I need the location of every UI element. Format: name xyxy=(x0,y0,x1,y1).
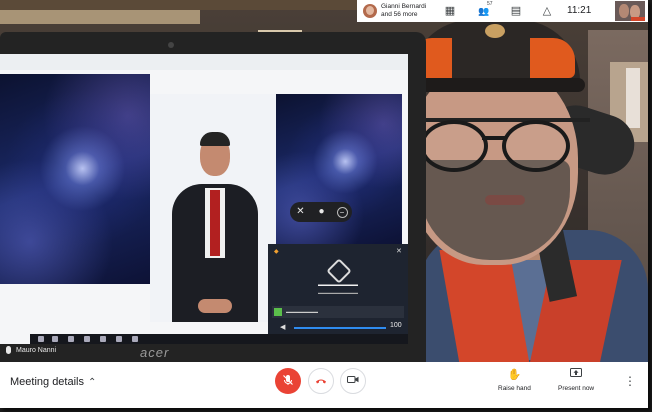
top-info-bar: Gianni Bernardi and 56 more ▦ 👥 57 ▤ △ 1… xyxy=(357,0,648,22)
camera-icon xyxy=(347,375,359,387)
self-view-thumbnail[interactable] xyxy=(615,1,645,21)
thumbnail-face xyxy=(619,4,629,18)
inner-taskbar xyxy=(30,334,408,344)
meeting-details-label: Meeting details xyxy=(10,376,84,388)
present-now-button[interactable]: Present now xyxy=(558,368,594,392)
microphone-toggle-button[interactable] xyxy=(275,368,301,394)
avatar-face xyxy=(366,6,374,15)
chat-icon[interactable]: ▤ xyxy=(509,4,523,18)
raise-hand-label: Raise hand xyxy=(498,385,531,392)
mic-off-icon: ✕ xyxy=(296,206,305,217)
raise-hand-button[interactable]: ✋ Raise hand xyxy=(498,368,531,392)
cap-brim xyxy=(400,78,585,92)
volume-value: 100 xyxy=(390,322,402,329)
main-video-stage[interactable]: ✕ ● − ◆ ✕ ▬▬▬▬▬▬▬▬ ▬▬▬▬▬▬▬▬▬▬ ▬▬▬▬▬▬▬▬ ◀… xyxy=(0,0,648,362)
thumbnail-vest xyxy=(631,17,645,21)
laptop: ✕ ● − ◆ ✕ ▬▬▬▬▬▬▬▬ ▬▬▬▬▬▬▬▬▬▬ ▬▬▬▬▬▬▬▬ ◀… xyxy=(0,32,426,362)
cap-panel xyxy=(530,38,575,78)
avatar[interactable] xyxy=(363,4,377,18)
laptop-brand-logo: acer xyxy=(140,345,170,360)
chevron-up-icon: ⌃ xyxy=(88,376,97,388)
volume-row: ◀ 100 xyxy=(272,322,404,334)
inner-video-tile-speaker xyxy=(150,94,276,322)
glasses-lens xyxy=(502,120,570,172)
inner-browser-bar xyxy=(0,54,408,70)
participant-name: Mauro Nanni xyxy=(16,346,57,354)
participant-more-count: and 56 more xyxy=(381,11,418,18)
mic-off-icon xyxy=(282,374,294,389)
notification-heading-bar: ▬▬▬▬▬▬▬▬ xyxy=(318,282,358,288)
person-glasses xyxy=(420,120,570,172)
clock-time: 11:21 xyxy=(567,5,592,16)
activities-icon[interactable]: △ xyxy=(540,4,554,18)
inner-video-tile-galaxy xyxy=(0,74,150,284)
people-count-badge: 57 xyxy=(487,1,493,7)
present-screen-icon xyxy=(570,368,583,382)
hand-icon: ✋ xyxy=(507,369,522,381)
laptop-screen: ✕ ● − ◆ ✕ ▬▬▬▬▬▬▬▬ ▬▬▬▬▬▬▬▬▬▬ ▬▬▬▬▬▬▬▬ ◀… xyxy=(0,54,408,344)
phone-hangup-icon xyxy=(315,375,327,387)
speaker-hands xyxy=(198,299,232,313)
volume-slider xyxy=(294,327,386,329)
glasses-lens xyxy=(420,120,488,172)
camera-toggle-button[interactable] xyxy=(340,368,366,394)
taskbar-app-icon xyxy=(84,336,90,342)
mic-icon xyxy=(6,346,11,354)
audio-device-icon xyxy=(274,308,282,316)
speaker-icon: ◀ xyxy=(280,324,286,331)
participants-summary[interactable]: Gianni Bernardi and 56 more xyxy=(381,3,426,19)
speaker-hair xyxy=(200,132,230,146)
tag-icon xyxy=(326,258,352,284)
mic-icon: ● xyxy=(318,206,325,217)
laptop-webcam xyxy=(168,42,174,48)
taskbar-app-icon xyxy=(116,336,122,342)
notification-app-icon: ◆ xyxy=(274,249,279,255)
background-shelf-board xyxy=(0,10,200,24)
participant-video-person xyxy=(350,20,648,362)
present-now-label: Present now xyxy=(558,385,595,392)
participant-name-tag: Mauro Nanni xyxy=(6,346,56,354)
inner-audio-notification: ◆ ✕ ▬▬▬▬▬▬▬▬ ▬▬▬▬▬▬▬▬▬▬ ▬▬▬▬▬▬▬▬ ◀ 100 xyxy=(268,244,408,344)
taskbar-app-icon xyxy=(132,336,138,342)
cap-badge xyxy=(485,24,505,38)
taskbar-app-icon xyxy=(38,336,44,342)
grid-layout-icon[interactable]: ▦ xyxy=(443,4,457,18)
inner-tile-controls: ✕ ● − xyxy=(290,202,352,222)
speaker-tie xyxy=(210,190,220,256)
taskbar-app-icon xyxy=(100,336,106,342)
more-options-icon[interactable]: ⋮ xyxy=(624,374,636,388)
meet-window: ✕ ● − ◆ ✕ ▬▬▬▬▬▬▬▬ ▬▬▬▬▬▬▬▬▬▬ ▬▬▬▬▬▬▬▬ ◀… xyxy=(0,0,648,408)
audio-device-row: ▬▬▬▬▬▬▬▬ xyxy=(272,306,404,318)
notification-subtext-bar: ▬▬▬▬▬▬▬▬▬▬ xyxy=(318,290,358,295)
meeting-control-bar: Meeting details ⌃ ✋ Raise hand Present n… xyxy=(0,362,648,408)
close-icon: ✕ xyxy=(396,248,402,255)
minus-circle-icon: − xyxy=(336,206,348,218)
participant-primary-name: Gianni Bernardi xyxy=(381,3,427,10)
taskbar-app-icon xyxy=(68,336,74,342)
person-mouth xyxy=(485,195,525,205)
taskbar-app-icon xyxy=(52,336,58,342)
leave-call-button[interactable] xyxy=(308,368,334,394)
meeting-details-button[interactable]: Meeting details ⌃ xyxy=(10,376,96,388)
